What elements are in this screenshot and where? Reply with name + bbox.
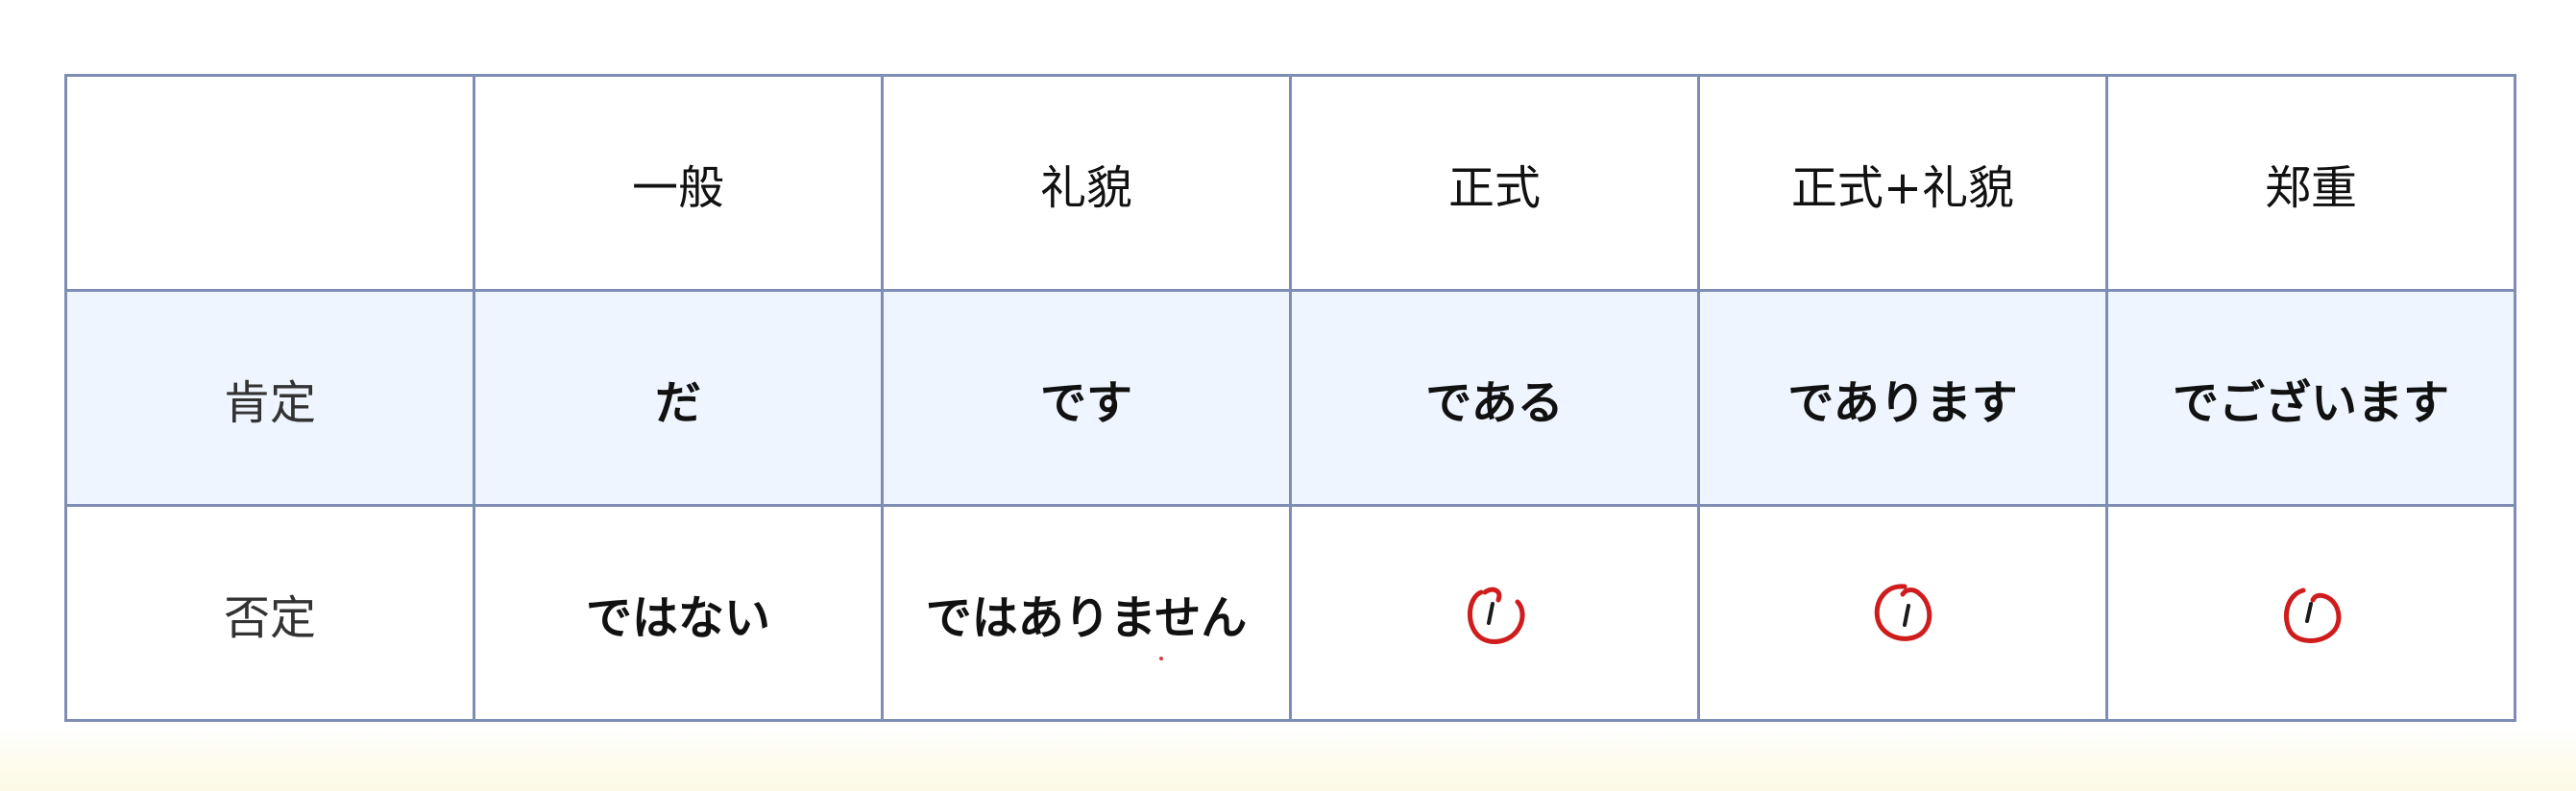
header-cell-formal-polite: 正式+礼貌 bbox=[1697, 74, 2108, 292]
cell-negative-general: ではない bbox=[473, 504, 884, 722]
cell-negative-formal bbox=[1289, 504, 1700, 722]
cell-positive-polite: です bbox=[881, 289, 1292, 507]
background-wash bbox=[0, 728, 2576, 791]
header-row: 一般 礼貌 正式 正式+礼貌 郑重 bbox=[64, 74, 2516, 292]
header-cell-formal: 正式 bbox=[1289, 74, 1700, 292]
row-positive: 肯定 だ です である であります でございます bbox=[64, 289, 2516, 507]
header-cell-corner bbox=[64, 74, 475, 292]
row-negative: 否定 ではない ではありません bbox=[64, 504, 2516, 722]
row-label-positive: 肯定 bbox=[64, 289, 475, 507]
cell-negative-formal-polite bbox=[1697, 504, 2108, 722]
circled-slash-mark-icon bbox=[2274, 577, 2347, 650]
cell-negative-honorific bbox=[2105, 504, 2516, 722]
cell-positive-honorific: でございます bbox=[2105, 289, 2516, 507]
header-cell-polite: 礼貌 bbox=[881, 74, 1292, 292]
grammar-table: 一般 礼貌 正式 正式+礼貌 郑重 肯定 だ です である であります でござい… bbox=[64, 74, 2516, 722]
circled-slash-mark-icon bbox=[1458, 577, 1531, 650]
row-label-negative: 否定 bbox=[64, 504, 475, 722]
cell-positive-formal-polite: であります bbox=[1697, 289, 2108, 507]
cell-positive-general: だ bbox=[473, 289, 884, 507]
cell-negative-polite: ではありません bbox=[881, 504, 1292, 722]
cell-positive-formal: である bbox=[1289, 289, 1700, 507]
circled-slash-mark-icon bbox=[1866, 577, 1939, 650]
header-cell-honorific: 郑重 bbox=[2105, 74, 2516, 292]
stray-annotation-dot bbox=[1159, 657, 1163, 660]
header-cell-general: 一般 bbox=[473, 74, 884, 292]
